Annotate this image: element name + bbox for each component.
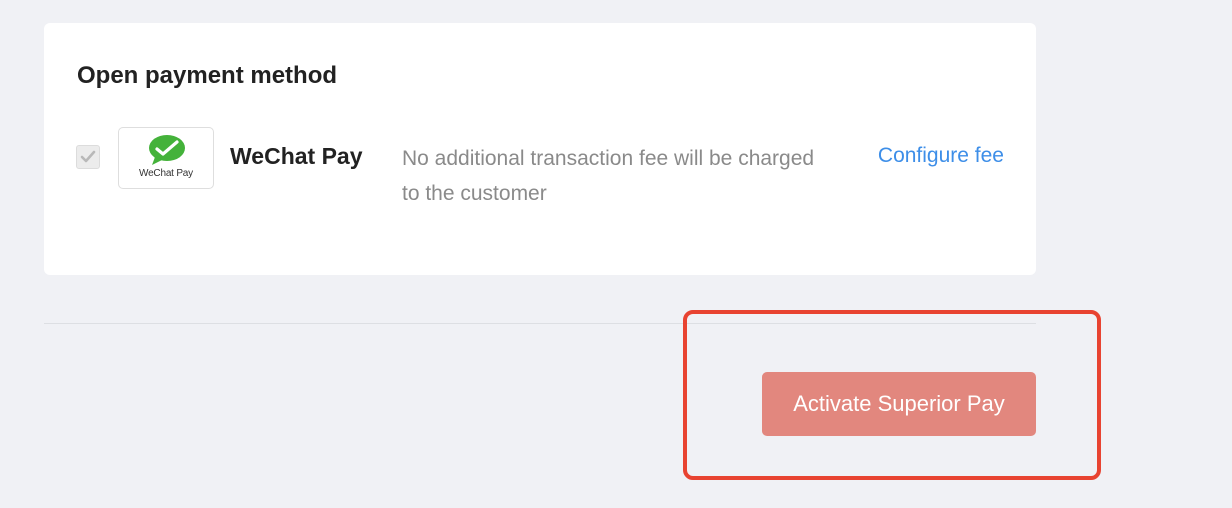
payment-method-card: Open payment method WeChat Pay WeChat Pa…	[44, 23, 1036, 275]
payment-method-name: WeChat Pay	[230, 143, 363, 169]
configure-fee-link[interactable]: Configure fee	[878, 141, 1004, 171]
wechat-pay-checkbox[interactable]	[76, 145, 100, 169]
wechat-pay-icon	[149, 135, 185, 165]
logo-caption: WeChat Pay	[139, 168, 193, 179]
payment-method-description: No additional transaction fee will be ch…	[402, 147, 815, 205]
wechat-pay-logo: WeChat Pay	[118, 127, 214, 189]
card-title: Open payment method	[77, 62, 338, 89]
checkmark-icon	[80, 150, 96, 163]
activate-superior-pay-button[interactable]: Activate Superior Pay	[762, 372, 1036, 436]
